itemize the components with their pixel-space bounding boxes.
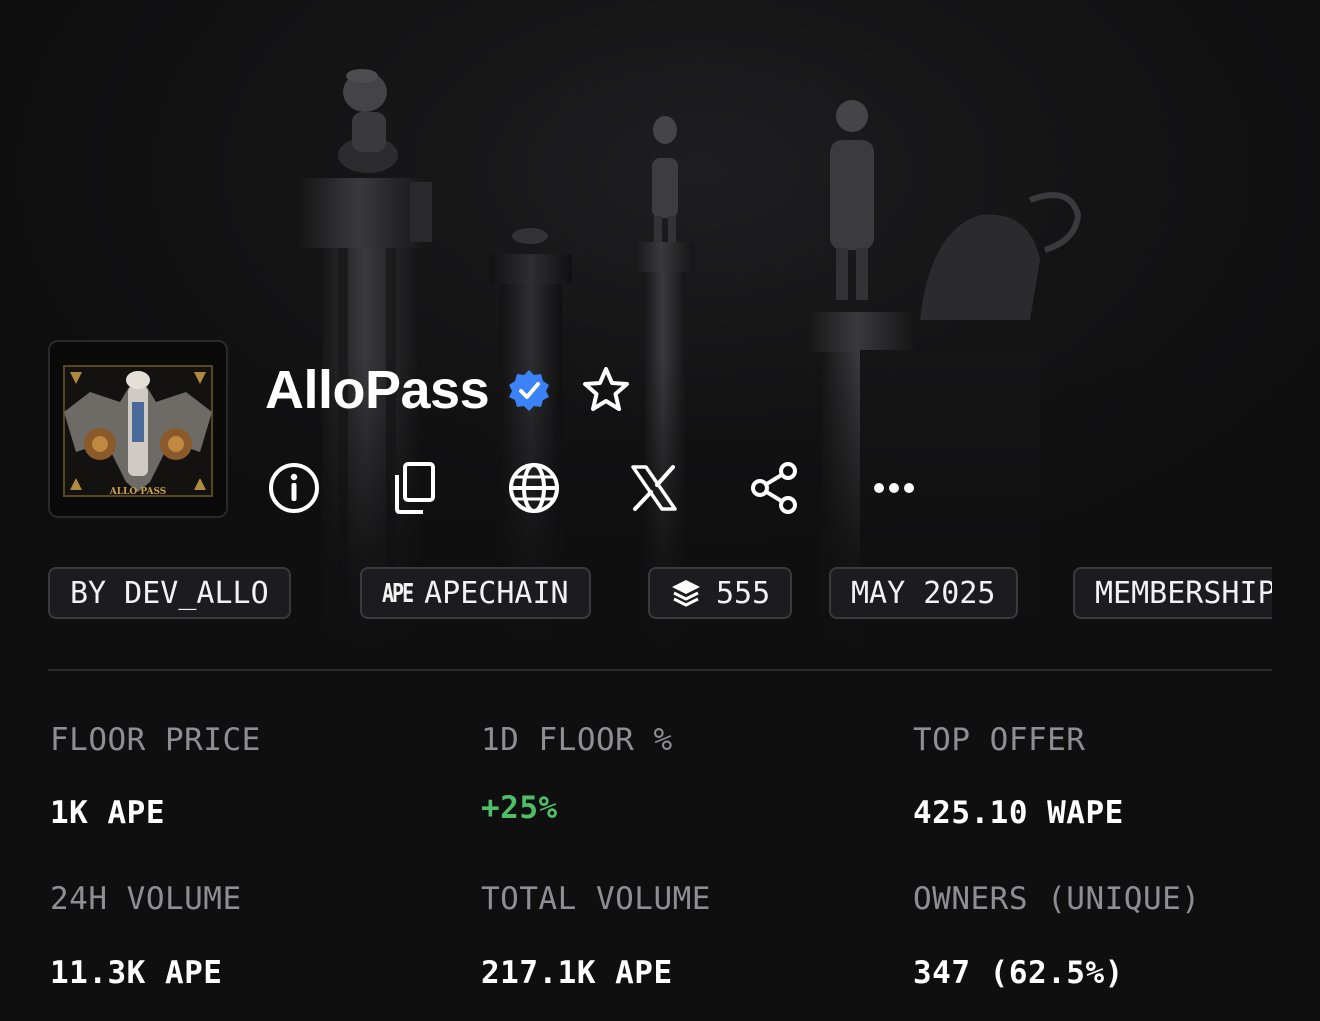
total-volume-value: 217.1K APE: [481, 955, 673, 991]
floor-price-label: FLOOR PRICE: [50, 722, 261, 758]
collection-tags: BY DEV_ALLO APE APECHAIN 555 MAY 2025 ME…: [48, 567, 1272, 621]
created-date: MAY 2025: [851, 575, 996, 611]
avatar-caption: ALLO PASS: [109, 487, 167, 497]
items-count-chip[interactable]: 555: [648, 567, 793, 619]
items-count: 555: [716, 575, 771, 611]
verified-badge-icon: [509, 370, 550, 411]
created-date-chip[interactable]: MAY 2025: [829, 567, 1018, 619]
info-button[interactable]: [266, 460, 322, 516]
more-icon: [874, 483, 914, 493]
apechain-logo-icon: APE: [382, 577, 414, 609]
collection-avatar: ALLO PASS: [48, 340, 228, 518]
top-offer-label: TOP OFFER: [913, 722, 1086, 758]
more-options-button[interactable]: [866, 460, 922, 516]
x-profile-button[interactable]: [626, 460, 682, 516]
globe-icon: [509, 463, 559, 513]
section-divider: [48, 669, 1272, 671]
collection-banner: [0, 0, 1320, 650]
favorite-star-icon[interactable]: [581, 365, 631, 415]
share-icon: [751, 462, 797, 514]
copy-button[interactable]: [386, 460, 442, 516]
top-offer-value: 425.10 WAPE: [913, 795, 1124, 831]
owners-value: 347 (62.5%): [913, 955, 1124, 991]
title-row: AlloPass: [265, 355, 631, 425]
total-volume-label: TOTAL VOLUME: [481, 881, 711, 917]
owners-label: OWNERS (UNIQUE): [913, 881, 1201, 917]
chain-chip[interactable]: APE APECHAIN: [360, 567, 591, 619]
copy-icon: [395, 462, 435, 514]
floor-change-value: +25%: [481, 790, 558, 826]
category-chip[interactable]: MEMBERSHIP: [1073, 567, 1272, 619]
info-icon: [269, 463, 319, 513]
floor-change-label: 1D FLOOR %: [481, 722, 673, 758]
avatar-artwork-image: ALLO PASS: [50, 342, 226, 516]
website-button[interactable]: [506, 460, 562, 516]
layers-icon: [672, 580, 700, 607]
x-icon: [631, 465, 677, 511]
creator-chip[interactable]: BY DEV_ALLO: [48, 567, 291, 619]
floor-price-value: 1K APE: [50, 795, 165, 831]
chain-label: APECHAIN: [424, 575, 569, 611]
category-label: MEMBERSHIP: [1095, 575, 1272, 611]
volume-24h-label: 24H VOLUME: [50, 881, 242, 917]
volume-24h-value: 11.3K APE: [50, 955, 223, 991]
collection-title: AlloPass: [265, 360, 490, 420]
creator-label: BY DEV_ALLO: [70, 575, 269, 611]
share-button[interactable]: [746, 460, 802, 516]
